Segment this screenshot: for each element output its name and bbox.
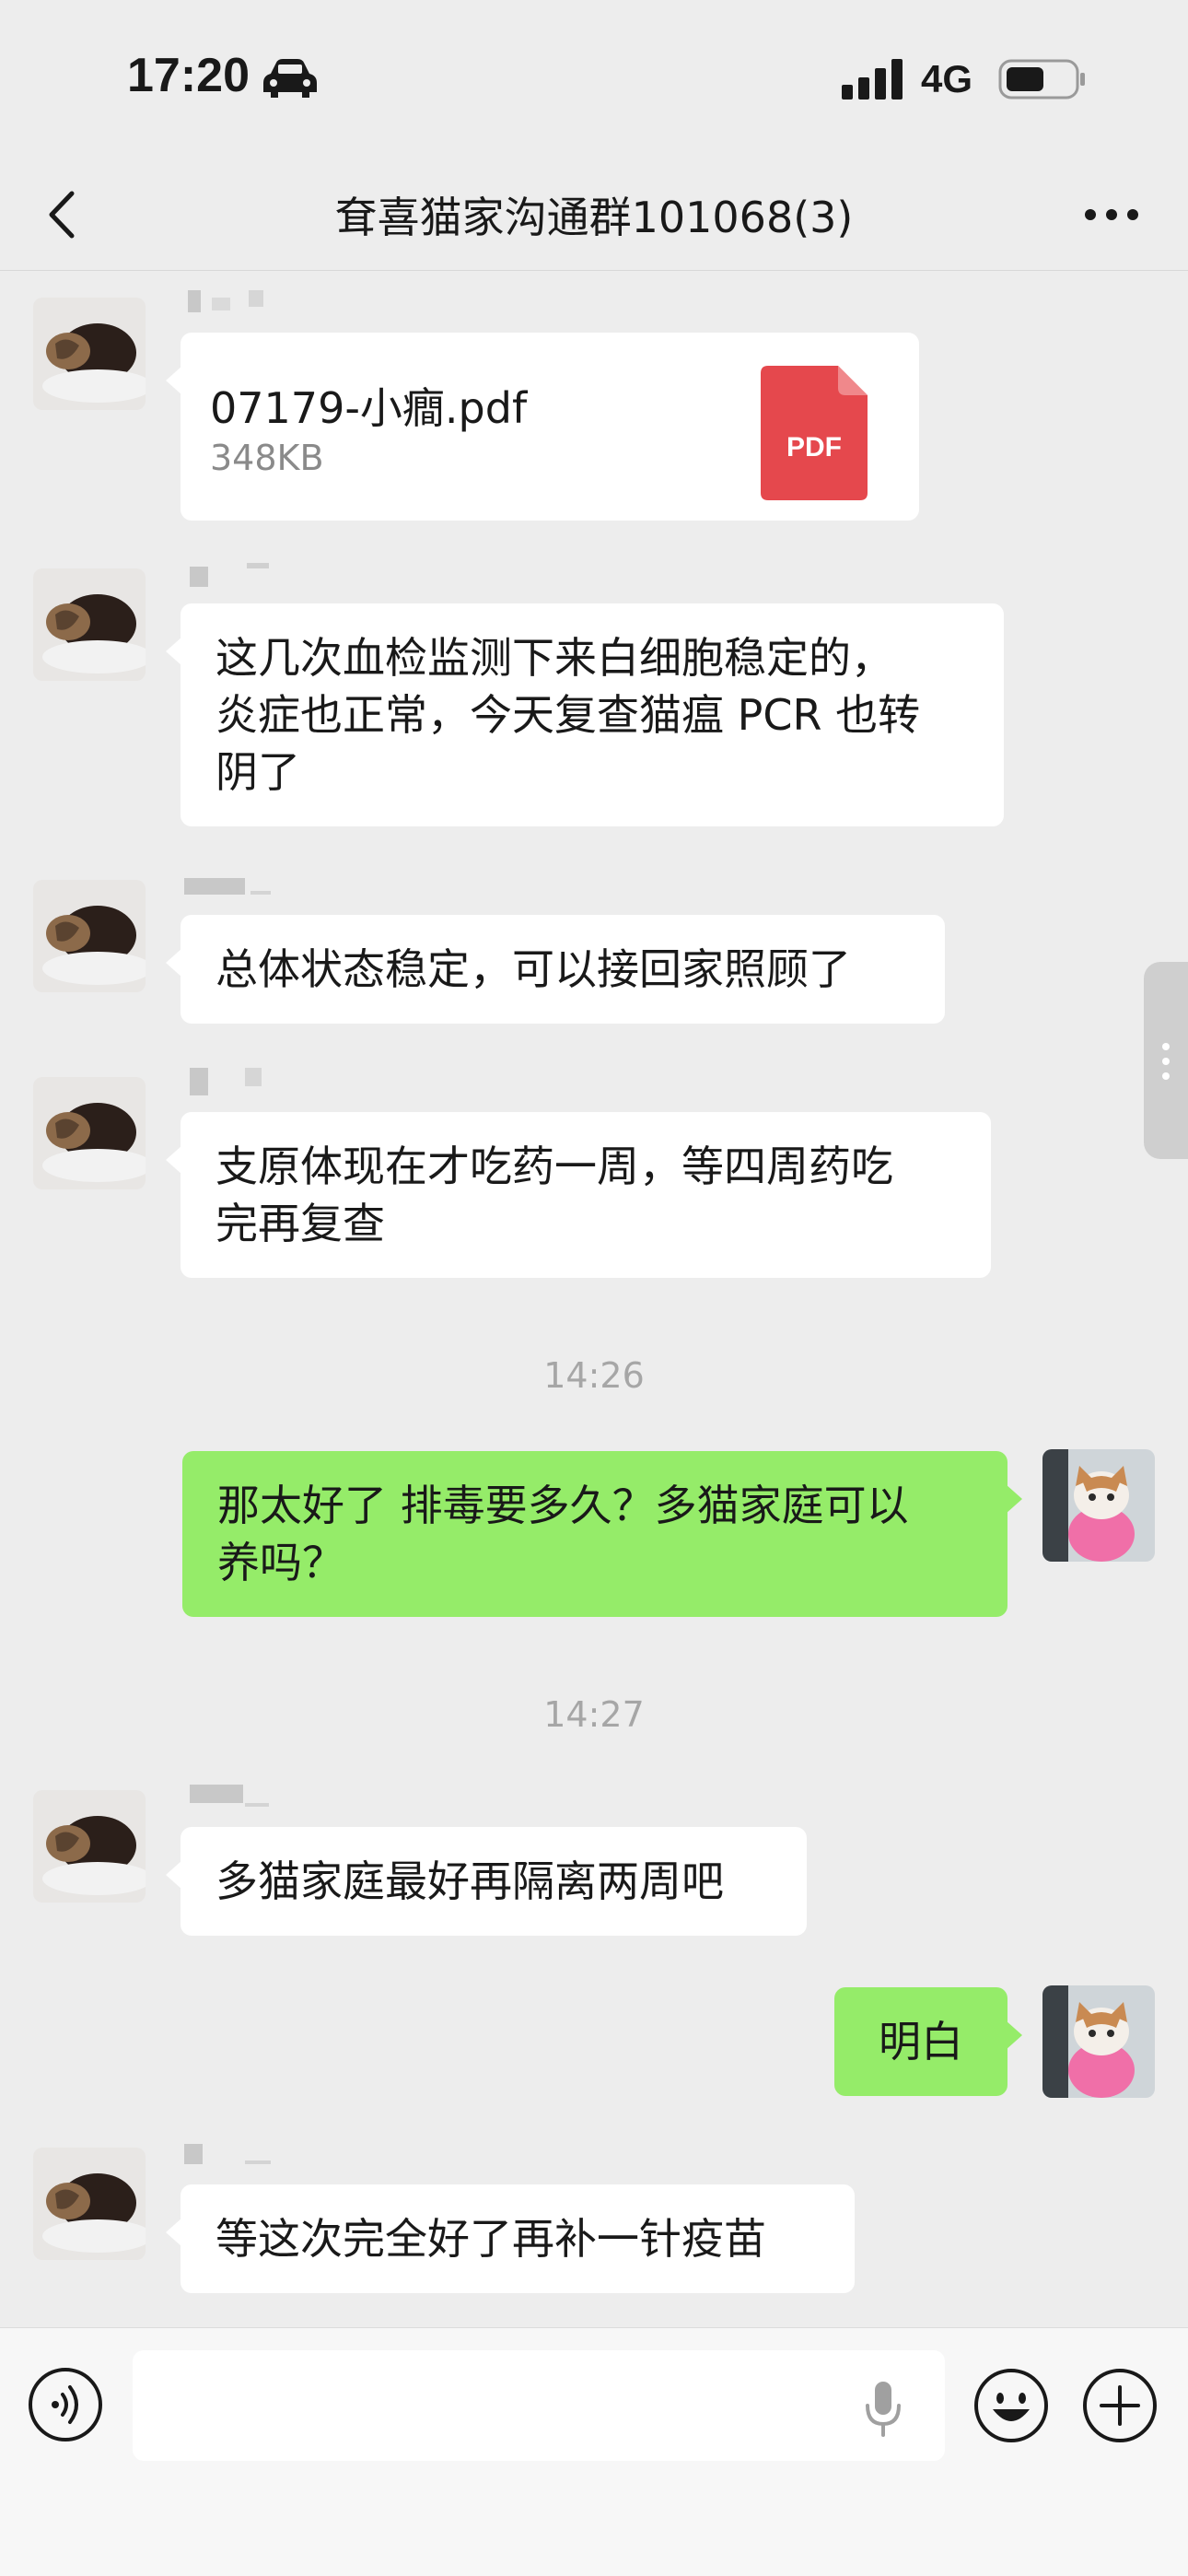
plus-icon[interactable] bbox=[1081, 2367, 1159, 2444]
message-line: 多猫家庭最好再隔离两周吧 bbox=[215, 1856, 724, 1906]
message-list[interactable]: 07179-小癎.pdf 348KB PDF 这几次血检监测下来白细胞稳定的， … bbox=[0, 272, 1188, 2326]
sender-name bbox=[181, 872, 273, 900]
chat-title[interactable]: 耷喜猫家沟通群101068(3) bbox=[0, 184, 1188, 245]
more-icon[interactable] bbox=[1079, 190, 1144, 240]
pdf-badge: PDF bbox=[786, 432, 842, 463]
message-line: 明白 bbox=[879, 2017, 963, 2067]
floating-window-handle[interactable] bbox=[1144, 962, 1188, 1159]
sender-name bbox=[181, 1783, 273, 1810]
avatar[interactable] bbox=[33, 298, 146, 410]
message-line: 这几次血检监测下来白细胞稳定的， bbox=[215, 633, 893, 683]
message-line: 炎症也正常，今天复查猫瘟 PCR 也转 bbox=[215, 690, 921, 740]
voice-icon[interactable] bbox=[28, 2367, 103, 2442]
avatar[interactable] bbox=[33, 2148, 146, 2260]
message-bubble-outgoing[interactable]: 那太好了 排毒要多久？多猫家庭可以 养吗？ bbox=[182, 1451, 1022, 1617]
network-label: 4G bbox=[921, 57, 973, 100]
message-line: 阴了 bbox=[215, 747, 300, 797]
pdf-file-icon: PDF bbox=[761, 366, 868, 500]
file-size: 348KB bbox=[210, 438, 324, 478]
message-line: 总体状态稳定，可以接回家照顾了 bbox=[215, 944, 851, 994]
avatar[interactable] bbox=[33, 1077, 146, 1189]
my-avatar[interactable] bbox=[1042, 1449, 1155, 1562]
message-bubble-outgoing[interactable]: 明白 bbox=[834, 1987, 1022, 2096]
message-bubble[interactable]: 支原体现在才吃药一周，等四周药吃 完再复查 bbox=[166, 1112, 991, 1278]
message-line: 养吗？ bbox=[217, 1538, 344, 1587]
my-avatar[interactable] bbox=[1042, 1985, 1155, 2098]
signal-icon bbox=[842, 59, 903, 100]
message-line: 那太好了 排毒要多久？多猫家庭可以 bbox=[217, 1481, 909, 1530]
emoji-icon[interactable] bbox=[973, 2367, 1050, 2444]
message-bubble[interactable]: 等这次完全好了再补一针疫苗 bbox=[166, 2184, 855, 2293]
message-line: 等这次完全好了再补一针疫苗 bbox=[215, 2214, 766, 2264]
sender-name bbox=[181, 2140, 273, 2168]
message-bubble[interactable]: 多猫家庭最好再隔离两周吧 bbox=[166, 1827, 807, 1936]
timestamp: 14:26 bbox=[543, 1355, 645, 1396]
message-input[interactable] bbox=[133, 2350, 945, 2461]
avatar[interactable] bbox=[33, 880, 146, 992]
status-time: 17:20 bbox=[127, 49, 250, 102]
message-line: 完再复查 bbox=[215, 1199, 385, 1248]
input-bar bbox=[0, 2327, 1188, 2576]
mic-icon[interactable] bbox=[860, 2380, 906, 2437]
file-name: 07179-小癎.pdf bbox=[210, 383, 528, 433]
sender-name bbox=[181, 1066, 273, 1095]
chat-header: 耷喜猫家沟通群101068(3) bbox=[0, 157, 1188, 271]
message-bubble[interactable]: 总体状态稳定，可以接回家照顾了 bbox=[166, 915, 945, 1024]
car-icon bbox=[263, 59, 317, 98]
sender-name bbox=[181, 288, 273, 316]
file-message[interactable]: 07179-小癎.pdf 348KB PDF bbox=[166, 333, 919, 521]
message-line: 支原体现在才吃药一周，等四周药吃 bbox=[215, 1142, 893, 1191]
sender-name bbox=[181, 559, 273, 587]
timestamp: 14:27 bbox=[543, 1694, 645, 1735]
battery-icon bbox=[998, 59, 1085, 100]
avatar[interactable] bbox=[33, 568, 146, 681]
message-bubble[interactable]: 这几次血检监测下来白细胞稳定的， 炎症也正常，今天复查猫瘟 PCR 也转 阴了 bbox=[166, 603, 1004, 826]
avatar[interactable] bbox=[33, 1790, 146, 1903]
status-bar: 17:20 4G bbox=[0, 0, 1188, 157]
